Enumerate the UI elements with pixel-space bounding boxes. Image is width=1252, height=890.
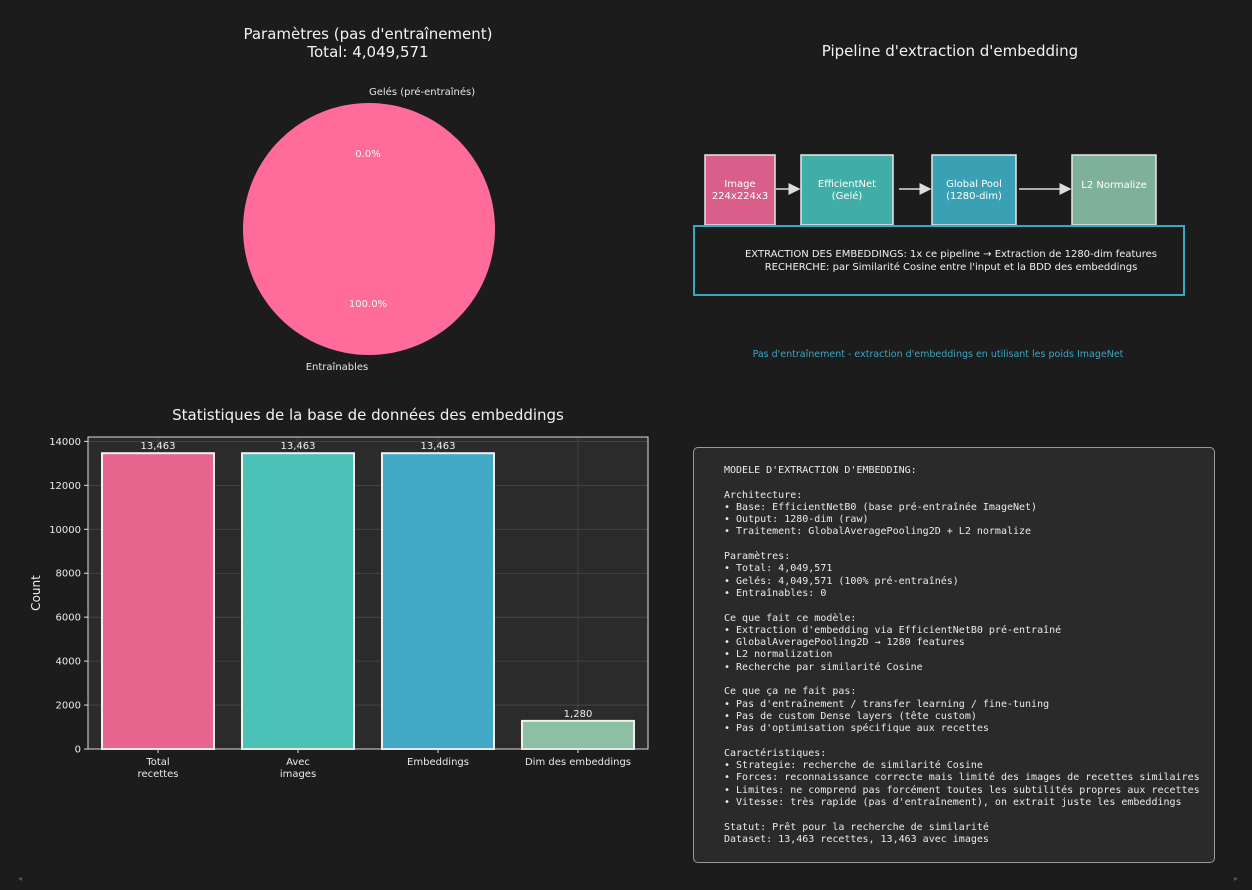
pipeline-step-global-pool: Global Pool (1280-dim) [931,154,1017,226]
x-tick-label: Embeddings [407,757,469,768]
info-line: MODELE D'EXTRACTION D'EMBEDDING: [724,465,917,476]
info-line: Dataset: 13,463 recettes, 13,463 avec im… [724,833,989,845]
bar-value-label: 1,280 [564,709,593,720]
y-tick-label: 4000 [56,657,81,668]
pipeline-summary-box [693,225,1185,296]
info-line [724,539,1214,551]
pipeline-step-l2-normalize: L2 Normalize [1071,154,1157,226]
info-line: • Pas de custom Dense layers (tête custo… [724,710,977,722]
info-line: • Limites: ne comprend pas forcément tou… [724,784,1200,796]
pipeline-summary-line-1: EXTRACTION DES EMBEDDINGS: 1x ce pipelin… [745,249,1157,260]
bar [521,719,635,751]
pie-subtitle: Total: 4,049,571 [307,43,429,61]
pie-label-trainable: Entraînables [306,361,369,373]
x-tick-label: Dim des embeddings [525,757,631,768]
info-line: • Forces: reconnaissance correcte mais l… [724,772,1200,784]
pie-label-frozen: Gelés (pré-entraînés) [369,86,475,98]
y-tick-label: 14000 [49,437,81,448]
info-line: Caractéristiques: [724,747,827,759]
svg-text:(1280-dim): (1280-dim) [946,191,1002,202]
bar-value-label: 13,463 [421,441,456,452]
svg-text:EfficientNet: EfficientNet [818,179,876,190]
bar [241,452,355,751]
svg-text:Global Pool: Global Pool [946,179,1002,190]
pipeline-title: Pipeline d'extraction d'embedding [821,42,1079,60]
bar [381,452,495,751]
x-tick-label: Avec images [280,757,316,780]
x-tick-label: Total recettes [138,757,179,780]
pipeline-footnote: Pas d'entraînement - extraction d'embedd… [753,349,1124,360]
info-line: • L2 normalization [724,649,833,661]
info-line: Architecture: [724,489,803,501]
info-line: • Strategie: recherche de similarité Cos… [724,760,983,772]
info-line: • Total: 4,049,571 [724,563,833,575]
y-tick-label: 8000 [56,569,81,580]
y-tick-label: 12000 [49,481,81,492]
info-line: • Vitesse: très rapide (pas d'entraîneme… [724,797,1182,809]
y-tick-label: 6000 [56,613,81,624]
pie-slice-trainable [243,103,495,355]
scroll-left-indicator: ◂ [18,874,23,883]
info-line [724,736,1214,748]
bar-chart: 13,463 Total recettes 13,463 Avec images 13,46… [29,436,649,780]
info-line [724,600,1214,612]
svg-text:224x224x3: 224x224x3 [712,191,768,202]
scroll-right-indicator: ▸ [1234,874,1239,883]
svg-text:Image: Image [724,179,755,190]
info-line: • Output: 1280-dim (raw) [724,514,869,526]
info-line: • Pas d'entraînement / transfer learning… [724,698,1050,710]
info-line: Paramètres: [724,551,791,563]
pipeline-diagram: Image 224x224x3 EfficientNet (Gelé) Glob… [693,154,1185,360]
info-line: • Entraînables: 0 [724,587,827,599]
pipeline-step-efficientnet: EfficientNet (Gelé) [800,154,894,226]
y-tick-label: 2000 [56,701,81,712]
y-tick-label: 0 [75,745,81,756]
info-line: Ce que ça ne fait pas: [724,686,857,698]
bar [101,452,215,751]
svg-text:L2 Normalize: L2 Normalize [1081,180,1146,191]
y-axis-label: Count [29,575,43,611]
pie-title: Paramètres (pas d'entraînement) Total: 4… [218,25,518,61]
bar-value-label: 13,463 [281,441,316,452]
info-line: • Extraction d'embedding via EfficientNe… [724,624,1062,636]
pie-pct-frozen: 0.0% [355,149,380,160]
info-line: • Pas d'optimisation spécifique aux rece… [724,723,989,735]
info-line: • Traitement: GlobalAveragePooling2D + L… [724,526,1032,538]
info-line [724,809,1214,821]
y-tick-label: 10000 [49,525,81,536]
pipeline-summary-line-2: RECHERCHE: par Similarité Cosine entre l… [765,261,1138,273]
pie-chart: Gelés (pré-entraînés) 0.0% 100.0% Entraî… [243,86,495,373]
info-line: • GlobalAveragePooling2D → 1280 features [724,637,965,649]
pipeline-step-image: Image 224x224x3 [704,154,776,226]
pie-pct-trainable: 100.0% [349,299,387,310]
bar-value-label: 13,463 [141,441,176,452]
info-line [724,674,1214,686]
info-line: Statut: Prêt pour la recherche de simila… [724,821,989,833]
info-line: • Gelés: 4,049,571 (100% pré-entraînés) [724,575,959,587]
info-line: • Recherche par similarité Cosine [724,661,923,673]
pie-title-line: Paramètres (pas d'entraînement) [243,25,493,43]
model-info-panel: MODELE D'EXTRACTION D'EMBEDDING: Archite… [693,447,1215,863]
info-line [724,477,1214,489]
svg-text:(Gelé): (Gelé) [832,190,863,202]
info-line: Ce que fait ce modèle: [724,612,857,624]
info-line: • Base: EfficientNetB0 (base pré-entraîn… [724,501,1038,513]
